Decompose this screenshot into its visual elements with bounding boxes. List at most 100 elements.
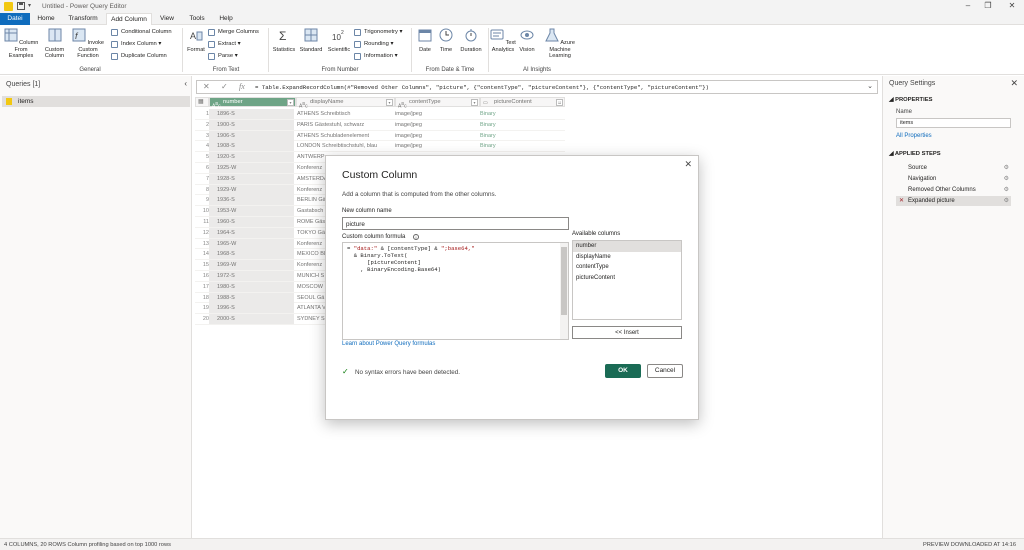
text-analytics-button[interactable]: Text Analytics <box>490 28 516 53</box>
step-label: Navigation <box>908 176 937 182</box>
ribbon-group-from-date-time: Date Time Duration From Date & Time <box>413 25 487 75</box>
extract-button[interactable]: Extract ▾ <box>208 40 241 49</box>
vision-button[interactable]: Vision <box>517 28 537 53</box>
cancel-button[interactable]: Cancel <box>647 364 683 378</box>
invoke-custom-function-button[interactable]: f Invoke Custom Function <box>68 28 108 60</box>
text-analytics-icon <box>490 29 504 40</box>
group-label-from-date-time: From Date & Time <box>425 67 475 73</box>
stopwatch-icon <box>465 29 477 42</box>
cancel-formula-icon[interactable]: ✕ <box>203 82 210 91</box>
conditional-column-button[interactable]: Conditional Column <box>111 28 172 37</box>
quick-access-dropdown-icon[interactable]: ▾ <box>28 2 36 10</box>
parse-label: Parse <box>218 53 234 59</box>
custom-column-button[interactable]: Custom Column <box>41 28 68 60</box>
commit-formula-icon[interactable]: ✓ <box>221 82 228 91</box>
flask-icon <box>545 28 559 42</box>
format-button[interactable]: A Format <box>186 28 206 53</box>
gear-icon[interactable]: ⚙ <box>1004 174 1009 184</box>
ribbon-separator <box>268 28 269 72</box>
close-dialog-icon[interactable]: ✕ <box>684 159 692 170</box>
ribbon-separator <box>182 28 183 72</box>
query-item-items[interactable]: items <box>2 96 190 107</box>
insert-button[interactable]: << Insert <box>572 326 682 339</box>
new-column-name-input[interactable]: picture <box>342 217 569 230</box>
parse-button[interactable]: Parse ▾ <box>208 52 238 61</box>
tab-datei[interactable]: Datei <box>0 13 30 25</box>
formula-label: Custom column formula <box>342 234 406 240</box>
formula-line-3: [pictureContent] <box>347 259 421 266</box>
close-window-icon[interactable]: ✕ <box>1002 1 1022 10</box>
index-column-button[interactable]: Index Column ▾ <box>111 40 161 49</box>
information-button[interactable]: Information ▾ <box>354 52 398 61</box>
ribbon-separator <box>411 28 412 72</box>
time-button[interactable]: Time <box>436 28 456 53</box>
gear-icon[interactable]: ⚙ <box>1004 185 1009 195</box>
column-from-examples-button[interactable]: Column From Examples <box>2 28 40 60</box>
formula-bar: ✕ ✓ fx = Table.ExpandRecordColumn(#"Remo… <box>196 80 878 94</box>
tab-transform[interactable]: Transform <box>64 13 102 25</box>
checkmark-icon: ✓ <box>342 367 349 376</box>
query-name-input[interactable]: items <box>896 118 1011 128</box>
restore-icon[interactable]: ❐ <box>978 1 998 10</box>
ok-button[interactable]: OK <box>605 364 641 378</box>
formula-string: ";base64," <box>441 245 475 252</box>
azure-ml-button[interactable]: Azure Machine Learning <box>538 28 582 60</box>
merge-columns-button[interactable]: Merge Columns <box>208 28 259 37</box>
available-column-item[interactable]: number <box>573 241 681 252</box>
format-label: Format <box>187 46 205 53</box>
scientific-button[interactable]: 10 2 Scientific <box>325 28 353 53</box>
collapse-chevron-icon[interactable]: ‹ <box>184 79 187 88</box>
all-properties-link[interactable]: All Properties <box>896 133 932 139</box>
group-label-general: General <box>79 67 101 73</box>
available-columns-list: number displayName contentType pictureCo… <box>572 240 682 320</box>
new-column-name-label: New column name <box>342 208 392 214</box>
formula-line-2: & Binary.ToText( <box>347 252 408 259</box>
date-button[interactable]: Date <box>415 28 435 53</box>
editor-scrollbar[interactable] <box>560 243 568 339</box>
svg-text:Σ: Σ <box>279 29 286 42</box>
statistics-button[interactable]: Σ Statistics <box>271 28 297 53</box>
minimize-icon[interactable]: – <box>958 1 978 10</box>
trigonometry-button[interactable]: Trigonometry ▾ <box>354 28 402 37</box>
formula-editor[interactable]: = "data:" & [contentType] & ";base64," &… <box>342 242 569 340</box>
tab-view[interactable]: View <box>156 13 178 25</box>
available-column-item[interactable]: pictureContent <box>573 273 681 284</box>
step-source[interactable]: Source ⚙ <box>896 163 1011 173</box>
ribbon-group-general: Column From Examples Custom Column f Inv… <box>0 25 180 75</box>
duration-button[interactable]: Duration <box>457 28 485 53</box>
step-removed-other-columns[interactable]: Removed Other Columns ⚙ <box>896 185 1011 195</box>
fx-icon[interactable]: fx <box>239 82 245 91</box>
standard-button[interactable]: Standard <box>298 28 324 53</box>
step-expanded-picture[interactable]: ✕ Expanded picture ⚙ <box>896 196 1011 206</box>
format-icon: A <box>190 31 203 41</box>
merge-columns-icon <box>208 29 215 36</box>
step-navigation[interactable]: Navigation ⚙ <box>896 174 1011 184</box>
tab-help[interactable]: Help <box>214 13 238 25</box>
formula-text[interactable]: = Table.ExpandRecordColumn(#"Removed Oth… <box>255 84 709 91</box>
standard-label: Standard <box>299 46 323 53</box>
svg-text:2: 2 <box>341 30 344 36</box>
index-column-label: Index Column <box>121 41 157 47</box>
clock-icon <box>439 28 453 42</box>
tab-tools[interactable]: Tools <box>184 13 210 25</box>
tab-add-column[interactable]: Add Column <box>106 13 152 25</box>
expand-formula-icon[interactable]: ⌄ <box>867 82 873 90</box>
formula-line-4: , BinaryEncoding.Base64) <box>347 266 441 273</box>
duplicate-column-button[interactable]: Duplicate Column <box>111 52 167 61</box>
close-settings-icon[interactable]: ✕ <box>1010 78 1018 89</box>
formula-token: & [contentType] & <box>377 245 441 252</box>
editor-scroll-thumb[interactable] <box>561 247 567 315</box>
tab-home[interactable]: Home <box>32 13 60 25</box>
group-label-from-number: From Number <box>321 67 359 73</box>
available-column-item[interactable]: contentType <box>573 262 681 273</box>
save-icon[interactable] <box>17 2 25 10</box>
rounding-button[interactable]: Rounding ▾ <box>354 40 393 49</box>
gear-icon[interactable]: ⚙ <box>1004 163 1009 173</box>
delete-step-icon[interactable]: ✕ <box>899 196 904 206</box>
learn-formulas-link[interactable]: Learn about Power Query formulas <box>342 341 435 347</box>
gear-icon[interactable]: ⚙ <box>1004 196 1009 206</box>
applied-steps-label: APPLIED STEPS <box>894 151 941 157</box>
info-icon[interactable]: i <box>413 234 419 240</box>
available-column-item[interactable]: displayName <box>573 252 681 263</box>
dialog-description: Add a column that is computed from the o… <box>342 191 497 198</box>
